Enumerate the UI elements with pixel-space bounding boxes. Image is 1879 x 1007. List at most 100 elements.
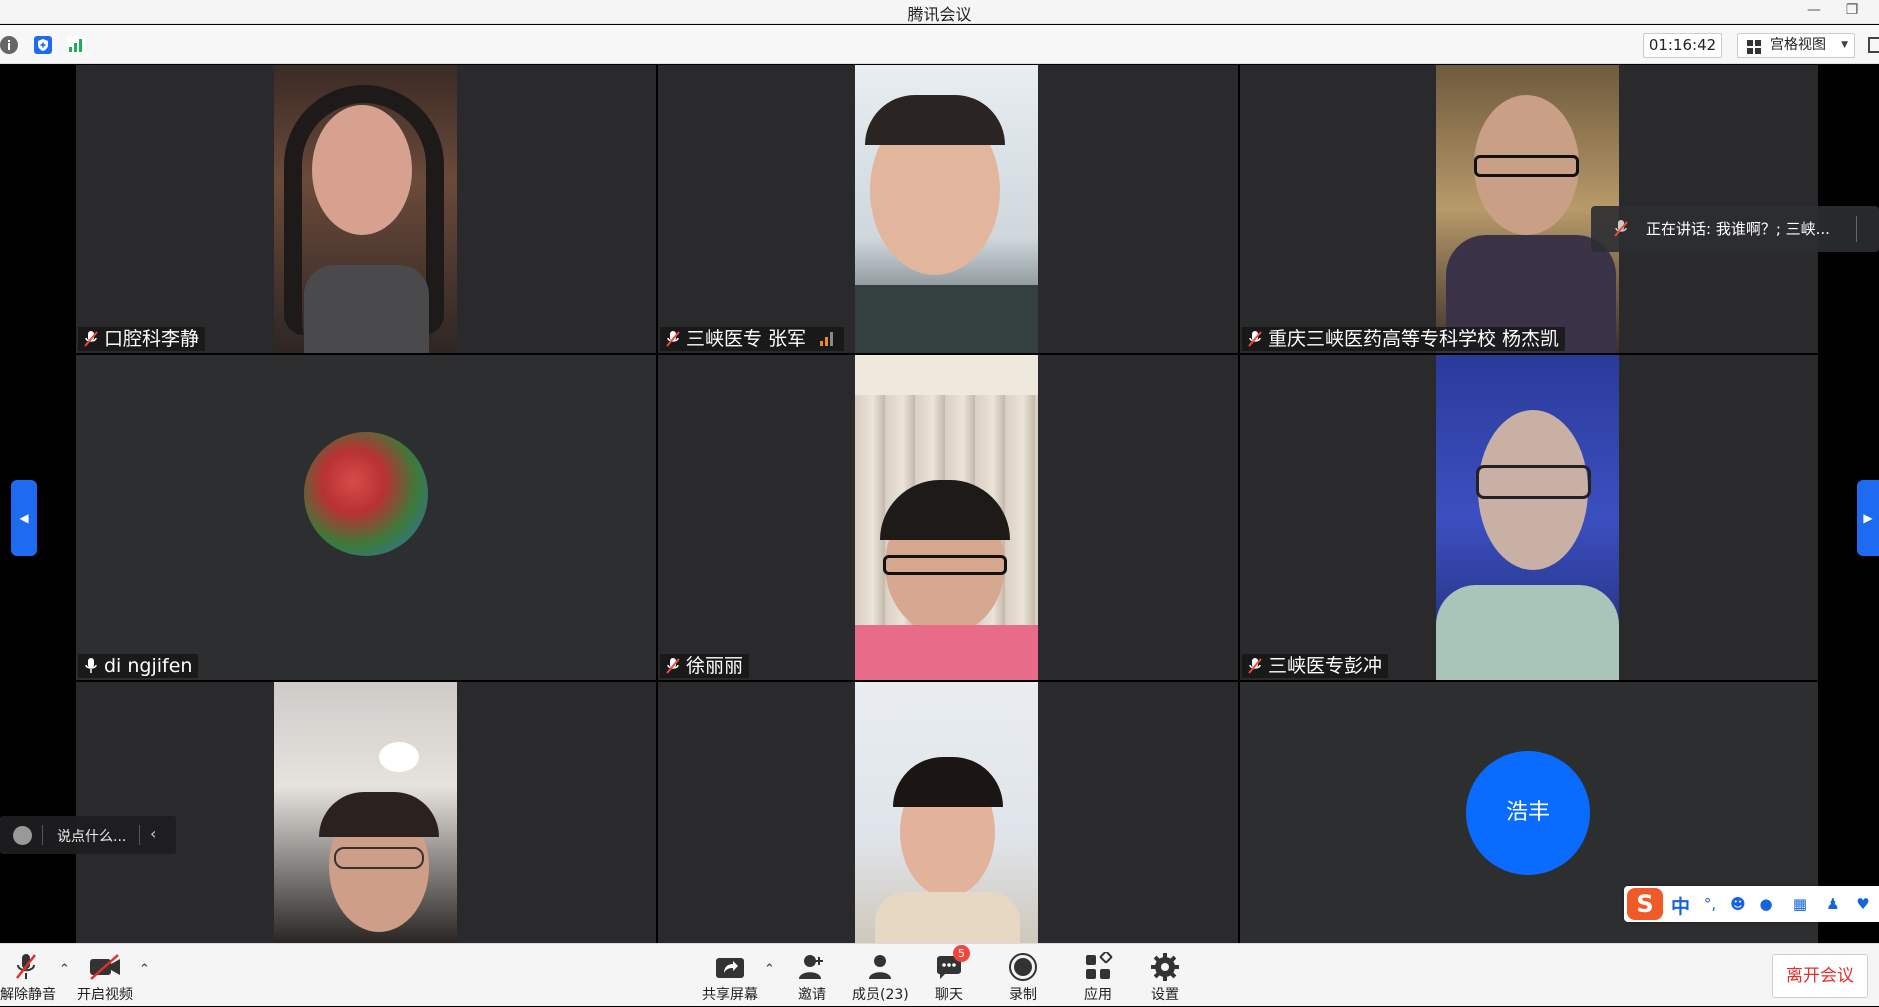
settings-label: 设置: [1151, 987, 1179, 1003]
network-signal-icon[interactable]: [67, 36, 85, 54]
weak-signal-icon: [820, 332, 838, 346]
participant-name-tag: di ngjifen: [78, 654, 199, 678]
participant-name: 三峡医专 张军: [686, 328, 807, 350]
participant-name-tag: 三峡医专彭冲: [1242, 654, 1389, 678]
security-shield-icon[interactable]: [34, 36, 52, 54]
emoji-icon[interactable]: ☻: [1729, 895, 1747, 913]
divider: [1856, 216, 1857, 242]
control-bar: 解除静音 ⌃ 开启视频 ⌃ 共享屏幕 ⌃ 邀请 成员(23) 5 聊天 录制 应…: [0, 943, 1879, 1006]
ime-punct[interactable]: °,: [1701, 895, 1719, 913]
mic-muted-icon: [666, 331, 680, 347]
members-icon: [869, 955, 891, 979]
mic-muted-icon: [1614, 220, 1628, 237]
chevron-down-icon: ▼: [1841, 40, 1848, 50]
mic-muted-icon: [1248, 658, 1262, 674]
unmute-label: 解除静音: [0, 987, 56, 1003]
participant-name-tag: 重庆三峡医药高等专科学校 杨杰凯: [1242, 327, 1566, 351]
chat-quick-input[interactable]: 说点什么... ‹: [0, 816, 176, 854]
share-screen-label: 共享屏幕: [702, 987, 758, 1003]
participant-name-tag: 口腔科李静: [78, 327, 206, 351]
mic-muted-icon: [666, 658, 680, 674]
share-screen-icon: [716, 958, 744, 978]
settings-button[interactable]: 设置: [1150, 944, 1180, 1007]
participant-name: 口腔科李静: [104, 328, 200, 350]
apps-button[interactable]: 应用: [1083, 944, 1113, 1007]
mic-muted-icon: [16, 954, 36, 979]
unmute-button[interactable]: 解除静音: [0, 944, 56, 1007]
fullscreen-icon[interactable]: [1868, 37, 1879, 53]
participant-video: [855, 65, 1038, 353]
chat-placeholder[interactable]: 说点什么...: [57, 826, 126, 846]
participant-tile[interactable]: [658, 682, 1238, 943]
grid-view-icon: [1747, 40, 1761, 54]
invite-label: 邀请: [798, 987, 826, 1003]
speaking-indicator[interactable]: 正在讲话: 我谁啊？; 三峡...: [1591, 206, 1879, 252]
invite-user-icon: [799, 955, 823, 979]
participant-video: [855, 355, 1038, 680]
participant-name: 重庆三峡医药高等专科学校 杨杰凯: [1268, 328, 1560, 350]
chat-unread-badge: 5: [953, 945, 970, 962]
participant-tile[interactable]: 口腔科李静: [76, 65, 656, 353]
skin-icon[interactable]: ♥: [1854, 895, 1872, 913]
chevron-up-icon[interactable]: ⌃: [59, 962, 70, 977]
microphone-icon[interactable]: ●: [1757, 895, 1775, 913]
minimize-icon[interactable]: —: [1800, 0, 1828, 22]
invite-button[interactable]: 邀请: [795, 944, 829, 1007]
share-screen-button[interactable]: 共享屏幕: [700, 944, 760, 1007]
members-button[interactable]: 成员(23): [852, 944, 909, 1007]
mic-muted-icon: [1248, 331, 1262, 347]
emoji-icon[interactable]: [13, 826, 32, 845]
mic-muted-icon: [84, 331, 98, 347]
user-icon[interactable]: ♟: [1824, 895, 1842, 913]
view-mode-label: 宫格视图: [1770, 37, 1826, 53]
participant-tile[interactable]: 三峡医专彭冲: [1240, 355, 1818, 680]
divider: [42, 825, 43, 845]
record-button[interactable]: 录制: [1008, 944, 1038, 1007]
mic-on-icon: [85, 658, 97, 673]
participant-video: [1436, 355, 1619, 680]
chevron-left-icon[interactable]: ‹: [150, 824, 156, 843]
participant-name: 徐丽丽: [686, 655, 744, 677]
start-video-label: 开启视频: [77, 987, 133, 1003]
video-off-icon: [90, 954, 120, 980]
participant-avatar: [304, 432, 428, 556]
next-page-arrow[interactable]: ▶: [1857, 480, 1879, 556]
divider: [139, 825, 140, 845]
participant-video: [274, 682, 457, 943]
participant-tile[interactable]: 徐丽丽: [658, 355, 1238, 680]
participant-video: [274, 65, 457, 353]
meeting-toolbar: 01:16:42 宫格视图 ▼: [0, 25, 1879, 64]
chevron-up-icon[interactable]: ⌃: [764, 962, 775, 977]
ime-mode[interactable]: 中: [1671, 892, 1690, 919]
record-label: 录制: [1009, 987, 1037, 1003]
video-grid: 口腔科李静 三峡医专 张军 重庆三峡医药高等专科学校 杨杰凯 di ngjife…: [0, 65, 1879, 943]
start-video-button[interactable]: 开启视频: [76, 944, 134, 1007]
participant-name: di ngjifen: [104, 655, 193, 677]
chevron-up-icon[interactable]: ⌃: [139, 962, 150, 977]
meeting-timer: 01:16:42: [1643, 33, 1722, 58]
speaking-text: 正在讲话: 我谁啊？; 三峡...: [1646, 220, 1830, 238]
view-mode-button[interactable]: 宫格视图 ▼: [1737, 33, 1855, 58]
record-icon: [1009, 953, 1037, 981]
window-title: 腾讯会议: [907, 5, 972, 24]
chat-label: 聊天: [935, 987, 963, 1003]
restore-icon[interactable]: ❐: [1838, 0, 1866, 22]
leave-meeting-button[interactable]: 离开会议: [1772, 954, 1868, 998]
apps-label: 应用: [1084, 987, 1112, 1003]
keyboard-icon[interactable]: ▦: [1791, 895, 1809, 913]
sogou-logo-icon[interactable]: S: [1627, 888, 1663, 920]
chat-button[interactable]: 5 聊天: [934, 944, 970, 1007]
title-bar: 腾讯会议 — ❐: [0, 0, 1879, 24]
ime-toolbar[interactable]: S 中 °, ☻ ● ▦ ♟ ♥: [1624, 886, 1879, 922]
previous-page-arrow[interactable]: ◀: [11, 480, 37, 556]
members-label: 成员(23): [852, 987, 909, 1003]
participant-name-tag: 三峡医专 张军: [660, 327, 845, 351]
participant-tile[interactable]: 三峡医专 张军: [658, 65, 1238, 353]
chat-icon: 5: [935, 945, 970, 982]
info-icon[interactable]: [0, 36, 18, 54]
apps-icon: [1086, 952, 1113, 979]
participant-tile[interactable]: di ngjifen: [76, 355, 656, 680]
participant-video: [855, 682, 1038, 943]
participant-name: 三峡医专彭冲: [1268, 655, 1383, 677]
participant-tile[interactable]: [76, 682, 656, 943]
